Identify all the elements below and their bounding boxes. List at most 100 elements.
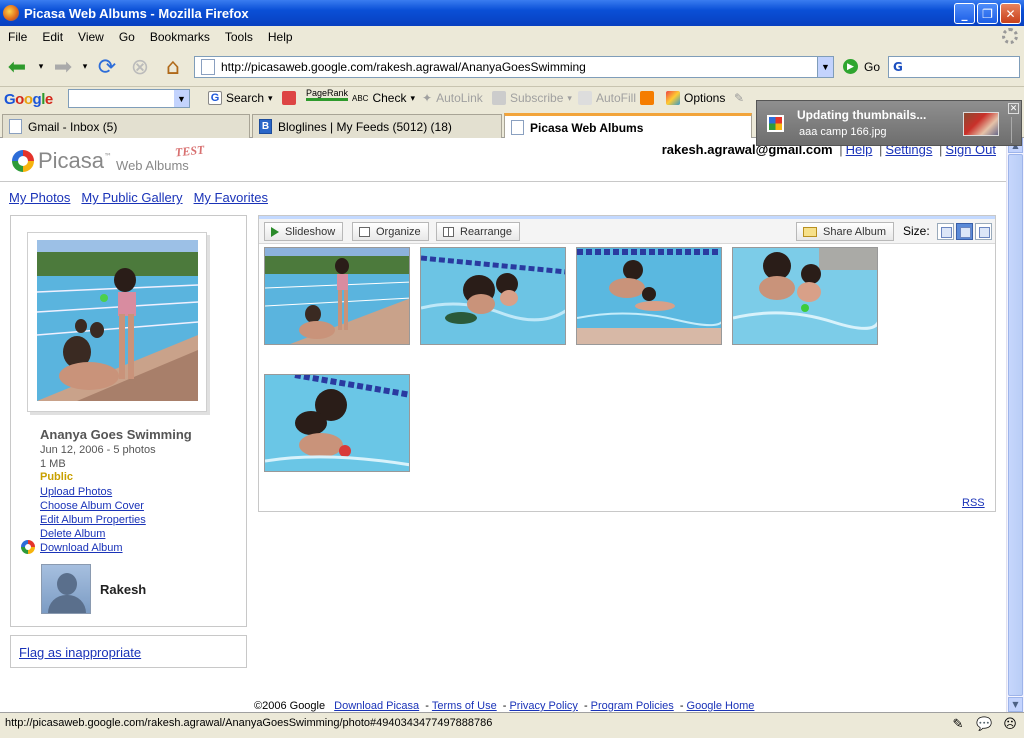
tab-bloglines[interactable]: B Bloglines | My Feeds (5012) (18) xyxy=(252,114,502,138)
tab-label: Bloglines | My Feeds (5012) (18) xyxy=(278,119,452,134)
notification-thumbnail xyxy=(963,112,999,136)
organize-button[interactable]: Organize xyxy=(352,222,429,241)
url-dropdown-icon[interactable]: ▼ xyxy=(817,57,833,77)
test-badge: TEST xyxy=(174,142,205,160)
copyright: ©2006 Google xyxy=(254,700,326,712)
forward-button[interactable]: ➡ xyxy=(50,54,76,80)
rearrange-button[interactable]: Rearrange xyxy=(436,222,520,241)
notification-scrollbar xyxy=(1011,117,1019,143)
my-favorites-link[interactable]: My Favorites xyxy=(194,190,268,205)
rearrange-icon xyxy=(443,226,454,237)
firefox-icon xyxy=(3,5,19,21)
photo-thumbnail[interactable] xyxy=(732,247,878,345)
photo-thumbnail[interactable] xyxy=(420,247,566,345)
spellcheck-icon: ABC xyxy=(352,93,369,103)
album-size: 1 MB xyxy=(40,458,66,470)
menu-view[interactable]: View xyxy=(78,30,104,44)
chat-icon[interactable]: 💬 xyxy=(976,716,992,732)
photo-thumbnail[interactable] xyxy=(264,374,410,472)
my-photos-link[interactable]: My Photos xyxy=(9,190,70,205)
maximize-button[interactable]: ❐ xyxy=(977,3,998,24)
minimize-button[interactable]: _ xyxy=(954,3,975,24)
autolink-button[interactable]: ✦ AutoLink xyxy=(422,91,483,105)
page-icon xyxy=(511,120,524,135)
choose-album-cover-link[interactable]: Choose Album Cover xyxy=(40,499,146,513)
page-content: Picasa ™ Web Albums TEST rakesh.agrawal@g… xyxy=(0,138,1006,712)
blogger-icon xyxy=(640,91,654,105)
size-small-button[interactable] xyxy=(937,223,954,240)
owner-avatar[interactable] xyxy=(41,564,91,614)
program-policies-link[interactable]: Program Policies xyxy=(591,700,674,712)
edit-album-properties-link[interactable]: Edit Album Properties xyxy=(40,513,146,527)
reload-button[interactable]: ⟳ xyxy=(94,54,120,80)
menu-go[interactable]: Go xyxy=(119,30,135,44)
check-label: Check xyxy=(372,91,407,105)
menu-help[interactable]: Help xyxy=(268,30,293,44)
menu-file[interactable]: File xyxy=(8,30,27,44)
bloglines-icon: B xyxy=(259,119,272,134)
google-search-button[interactable]: G Search ▾ xyxy=(208,91,273,105)
menu-tools[interactable]: Tools xyxy=(225,30,253,44)
close-button[interactable]: ✕ xyxy=(1000,3,1021,24)
privacy-policy-link[interactable]: Privacy Policy xyxy=(509,700,577,712)
delete-album-link[interactable]: Delete Album xyxy=(40,527,146,541)
window-title: Picasa Web Albums - Mozilla Firefox xyxy=(24,5,249,21)
notification-close-icon[interactable]: ✕ xyxy=(1008,103,1019,114)
options-button[interactable]: Options xyxy=(666,91,725,105)
highlight-button[interactable]: ✎ xyxy=(734,91,744,105)
menu-bookmarks[interactable]: Bookmarks xyxy=(150,30,210,44)
flag-inappropriate-link[interactable]: Flag as inappropriate xyxy=(19,645,141,660)
owner-name[interactable]: Rakesh xyxy=(100,582,146,597)
scrollbar-thumb[interactable] xyxy=(1008,154,1023,696)
size-medium-button[interactable] xyxy=(956,223,973,240)
autofill-button[interactable]: AutoFill xyxy=(578,91,636,105)
smiley-icon[interactable]: ☹ xyxy=(1002,716,1018,732)
google-search-input[interactable]: ▼ xyxy=(68,89,190,108)
picasa-logo[interactable]: Picasa ™ Web Albums TEST xyxy=(12,143,205,174)
popup-blocker-button[interactable] xyxy=(282,91,296,105)
download-picasa-link[interactable]: Download Picasa xyxy=(334,700,419,712)
google-home-link[interactable]: Google Home xyxy=(687,700,755,712)
google-logo[interactable]: Google xyxy=(4,91,53,108)
search-label: Search xyxy=(226,91,265,105)
stop-button[interactable]: ⊗ xyxy=(127,54,153,80)
google-search-icon: G xyxy=(893,60,903,74)
upload-photos-link[interactable]: Upload Photos xyxy=(40,485,146,499)
scroll-down-arrow-icon[interactable]: ▼ xyxy=(1008,697,1023,712)
edit-icon[interactable]: ✎ xyxy=(950,716,966,732)
photo-thumbnail[interactable] xyxy=(264,247,410,345)
my-public-gallery-link[interactable]: My Public Gallery xyxy=(81,190,182,205)
play-icon xyxy=(271,226,279,237)
album-cover[interactable] xyxy=(27,232,207,412)
download-album-link[interactable]: Download Album xyxy=(40,541,146,555)
blogger-button[interactable] xyxy=(640,91,654,105)
pagerank-label: PageRank xyxy=(306,88,349,101)
home-button[interactable]: ⌂ xyxy=(160,54,186,80)
forward-dropdown-icon[interactable]: ▾ xyxy=(80,54,90,80)
go-button[interactable]: ▶ Go xyxy=(843,59,880,74)
spellcheck-button[interactable]: ABC Check ▾ xyxy=(352,91,415,105)
pagerank-indicator[interactable]: PageRank xyxy=(306,88,349,101)
tab-gmail[interactable]: Gmail - Inbox (5) xyxy=(2,114,250,138)
menu-edit[interactable]: Edit xyxy=(42,30,63,44)
search-engine-box[interactable]: G xyxy=(888,56,1020,78)
terms-of-use-link[interactable]: Terms of Use xyxy=(432,700,497,712)
url-bar[interactable]: http://picasaweb.google.com/rakesh.agraw… xyxy=(194,56,834,78)
size-large-button[interactable] xyxy=(975,223,992,240)
back-button[interactable]: ⬅ xyxy=(4,54,30,80)
search-dropdown-icon[interactable]: ▼ xyxy=(174,90,189,107)
gallery-nav: My Photos My Public Gallery My Favorites xyxy=(9,190,268,205)
album-cover-photo xyxy=(37,240,198,401)
tab-picasa[interactable]: Picasa Web Albums xyxy=(504,113,752,139)
page-icon xyxy=(9,119,22,134)
photo-thumbnail[interactable] xyxy=(576,247,722,345)
subscribe-button[interactable]: Subscribe ▾ xyxy=(492,91,572,105)
back-dropdown-icon[interactable]: ▾ xyxy=(36,54,46,80)
share-album-button[interactable]: Share Album xyxy=(796,222,894,241)
slideshow-button[interactable]: Slideshow xyxy=(264,222,344,241)
status-text: http://picasaweb.google.com/rakesh.agraw… xyxy=(5,717,493,729)
vertical-scrollbar[interactable]: ▲ ▼ xyxy=(1006,138,1024,712)
rss-link[interactable]: RSS xyxy=(962,497,985,509)
notification-popup[interactable]: Updating thumbnails... aaa camp 166.jpg … xyxy=(756,100,1022,146)
envelope-icon xyxy=(803,226,817,237)
